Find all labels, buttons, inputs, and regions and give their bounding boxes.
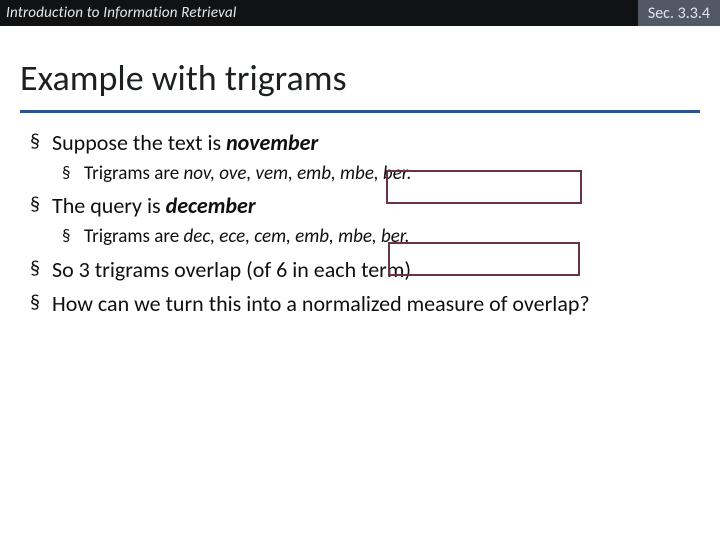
bullet-2: The query is december Trigrams are dec, … <box>30 192 690 249</box>
bullet-2-word: december <box>166 192 256 219</box>
top-bar: Introduction to Information Retrieval Se… <box>0 0 720 26</box>
bullet-1-sub-trigrams: nov, ove, vem, emb, mbe, ber. <box>183 162 411 185</box>
bullet-2-sub-prefix: Trigrams are <box>84 225 183 248</box>
bullet-1: Suppose the text is november Trigrams ar… <box>30 129 690 186</box>
bullet-2-sublist: Trigrams are dec, ece, cem, emb, mbe, be… <box>62 225 690 250</box>
slide-title: Example with trigrams <box>0 26 720 106</box>
bullet-3: So 3 trigrams overlap (of 6 in each term… <box>30 256 690 285</box>
bullet-1-sub: Trigrams are nov, ove, vem, emb, mbe, be… <box>62 162 690 187</box>
bullet-2-sub-trigrams: dec, ece, cem, emb, mbe, ber. <box>183 225 409 248</box>
slide-body: Suppose the text is november Trigrams ar… <box>0 113 720 319</box>
bullet-list: Suppose the text is november Trigrams ar… <box>30 129 690 319</box>
bullet-2-text: The query is <box>52 192 166 219</box>
bullet-1-word: november <box>226 129 318 156</box>
slide: Introduction to Information Retrieval Se… <box>0 0 720 540</box>
bullet-4: How can we turn this into a normalized m… <box>30 290 690 319</box>
bullet-1-sublist: Trigrams are nov, ove, vem, emb, mbe, be… <box>62 162 690 187</box>
bullet-2-sub: Trigrams are dec, ece, cem, emb, mbe, be… <box>62 225 690 250</box>
section-badge: Sec. 3.3.4 <box>638 0 720 26</box>
bullet-1-sub-prefix: Trigrams are <box>84 162 183 185</box>
course-title: Introduction to Information Retrieval <box>0 4 638 22</box>
bullet-1-text: Suppose the text is <box>52 129 226 156</box>
